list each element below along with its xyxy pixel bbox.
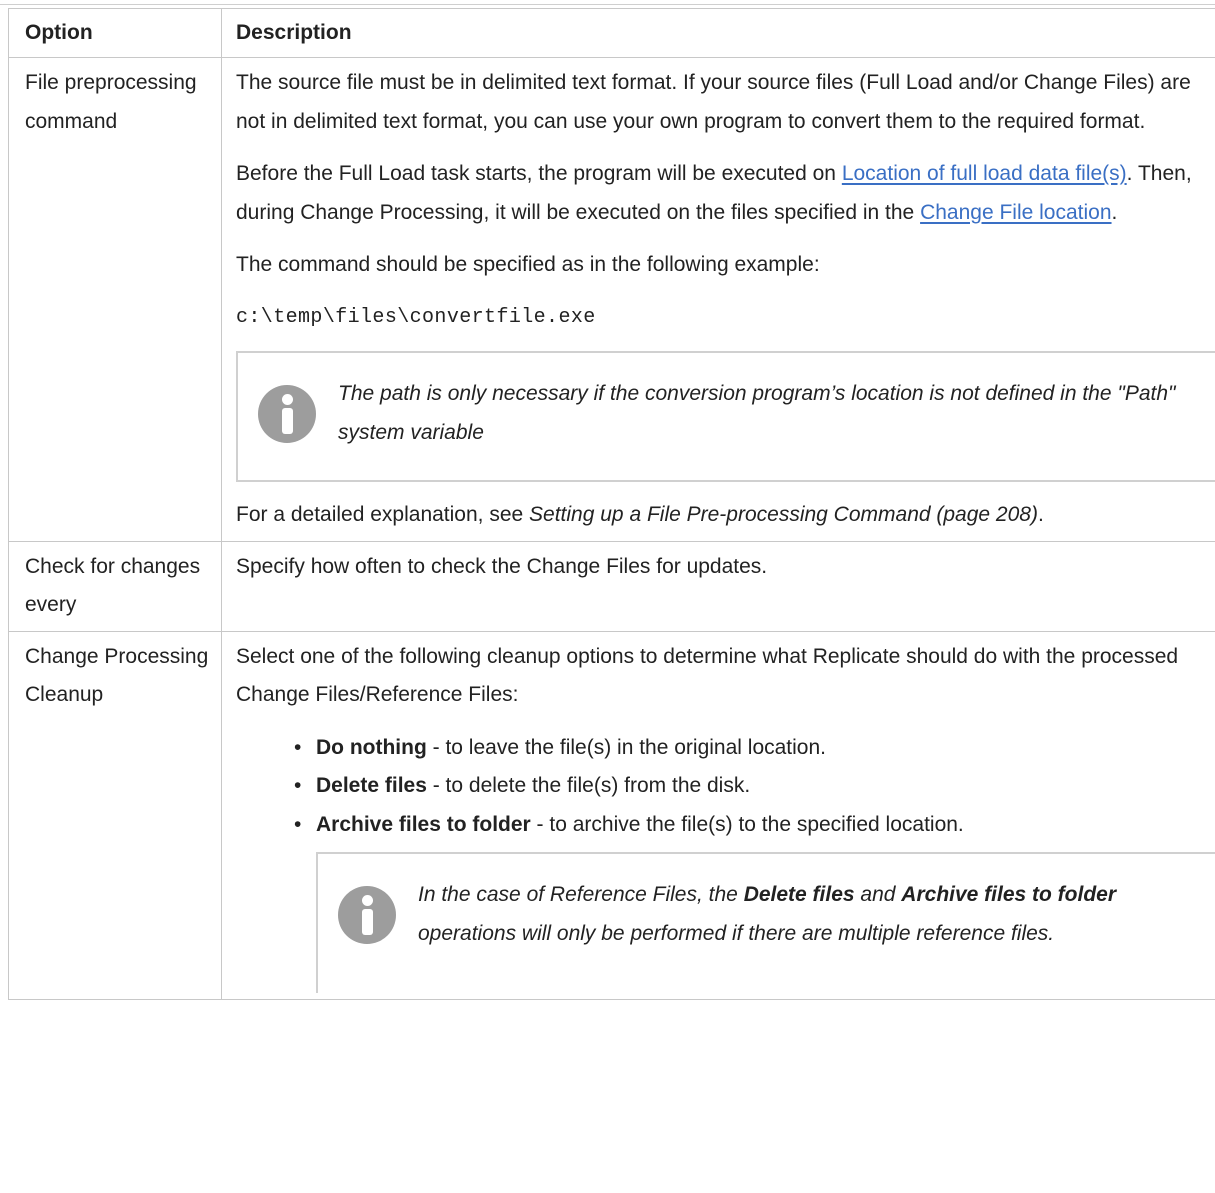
note-box: The path is only necessary if the conver… [236, 351, 1215, 482]
link-change-file-location[interactable]: Change File location [920, 201, 1111, 224]
paragraph: Specify how often to check the Change Fi… [236, 554, 768, 578]
paragraph: Select one of the following cleanup opti… [236, 644, 1179, 707]
cleanup-options-list: Do nothing - to leave the file(s) in the… [236, 729, 1215, 845]
note-text: The path is only necessary if the conver… [338, 382, 1176, 444]
description-cell: Select one of the following cleanup opti… [221, 630, 1215, 1000]
paragraph: Before the Full Load task starts, the pr… [236, 162, 1192, 224]
cross-reference[interactable]: Setting up a File Pre-processing Command… [529, 503, 1038, 526]
info-icon [338, 885, 396, 944]
document-page: Option Description File preprocessing co… [0, 0, 1215, 1193]
options-table: Option Description File preprocessing co… [8, 8, 1215, 1000]
table-header-row: Option Description [8, 8, 1215, 58]
top-rule [0, 0, 1215, 5]
description-cell: The source file must be in delimited tex… [221, 57, 1215, 542]
option-cell: Change Processing Cleanup [8, 630, 222, 1000]
option-cell: File preprocessing command [8, 57, 222, 542]
list-item: Archive files to folder - to archive the… [294, 806, 1215, 845]
note-box: In the case of Reference Files, the Dele… [316, 852, 1215, 993]
option-cell: Check for changes every [8, 540, 222, 632]
table-row: File preprocessing command The source fi… [8, 57, 1215, 542]
header-description: Description [221, 8, 1215, 58]
list-item: Delete files - to delete the file(s) fro… [294, 767, 1215, 806]
description-cell: Specify how often to check the Change Fi… [221, 540, 1215, 632]
paragraph: The command should be specified as in th… [236, 253, 820, 276]
paragraph: The source file must be in delimited tex… [236, 71, 1191, 133]
info-icon [258, 384, 316, 443]
code-example: c:\temp\files\convertfile.exe [236, 305, 596, 329]
note-text: In the case of Reference Files, the Dele… [418, 883, 1117, 945]
table-row: Check for changes every Specify how ofte… [8, 540, 1215, 632]
header-option: Option [8, 8, 222, 58]
list-item: Do nothing - to leave the file(s) in the… [294, 729, 1215, 768]
table-row: Change Processing Cleanup Select one of … [8, 630, 1215, 1000]
paragraph: For a detailed explanation, see Setting … [236, 503, 1044, 526]
link-full-load-location[interactable]: Location of full load data file(s) [842, 162, 1127, 185]
